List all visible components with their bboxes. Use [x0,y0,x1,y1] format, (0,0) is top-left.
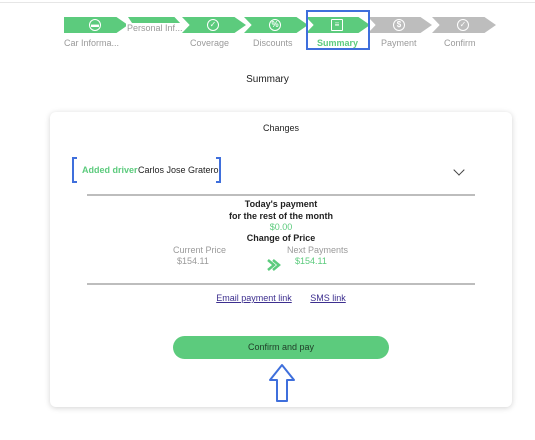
double-chevron-right-icon [267,259,281,271]
highlight-bracket-right [216,157,221,183]
added-driver-row[interactable]: Added driver Carlos Jose Graterol [72,157,222,185]
step-discounts[interactable]: % [244,17,308,33]
step-confirm[interactable]: ✓ [432,17,496,33]
progress-stepper: ▬ Car Informa... Personal Inf... ✓ Cover… [0,0,535,60]
confirm-and-pay-button[interactable]: Confirm and pay [173,336,389,359]
check-shield-icon: ✓ [207,19,219,31]
rest-of-month-label: for the rest of the month [229,211,333,221]
step-label-discounts: Discounts [253,38,293,48]
divider [87,283,475,285]
share-links: Email payment link SMS link [50,293,512,303]
dollar-icon: $ [393,19,405,31]
current-price-label: Current Price [173,245,227,255]
changes-title: Changes [262,123,300,133]
active-step-highlight [306,10,370,50]
change-of-price-title: Change of Price [246,233,316,243]
page-title: Summary [246,74,289,85]
step-label-confirm: Confirm [444,38,476,48]
divider [87,194,475,196]
confirm-icon: ✓ [457,19,469,31]
highlight-bracket-left [72,157,77,183]
step-label-payment: Payment [381,38,417,48]
step-label-car-information: Car Informa... [64,38,120,48]
chevron-down-icon[interactable] [453,164,465,176]
step-label-personal-information: Personal Inf... [126,23,184,33]
step-coverage[interactable]: ✓ [182,17,246,33]
todays-payment-title: Today's payment [244,199,318,209]
step-label-coverage: Coverage [190,38,230,48]
todays-payment-amount: $0.00 [269,222,293,232]
email-payment-link[interactable]: Email payment link [216,293,292,303]
next-payments-value: $154.11 [295,256,327,266]
sms-link[interactable]: SMS link [310,293,346,303]
current-price-value: $154.11 [177,256,209,266]
up-arrow-icon [269,364,295,402]
step-payment[interactable]: $ [368,17,432,33]
car-icon: ▬ [89,19,101,31]
discount-icon: % [269,19,281,31]
added-driver-label: Added driver [82,165,138,175]
step-car-information[interactable]: ▬ [64,17,128,33]
driver-name: Carlos Jose Graterol [138,165,221,175]
next-payments-label: Next Payments [287,245,349,255]
